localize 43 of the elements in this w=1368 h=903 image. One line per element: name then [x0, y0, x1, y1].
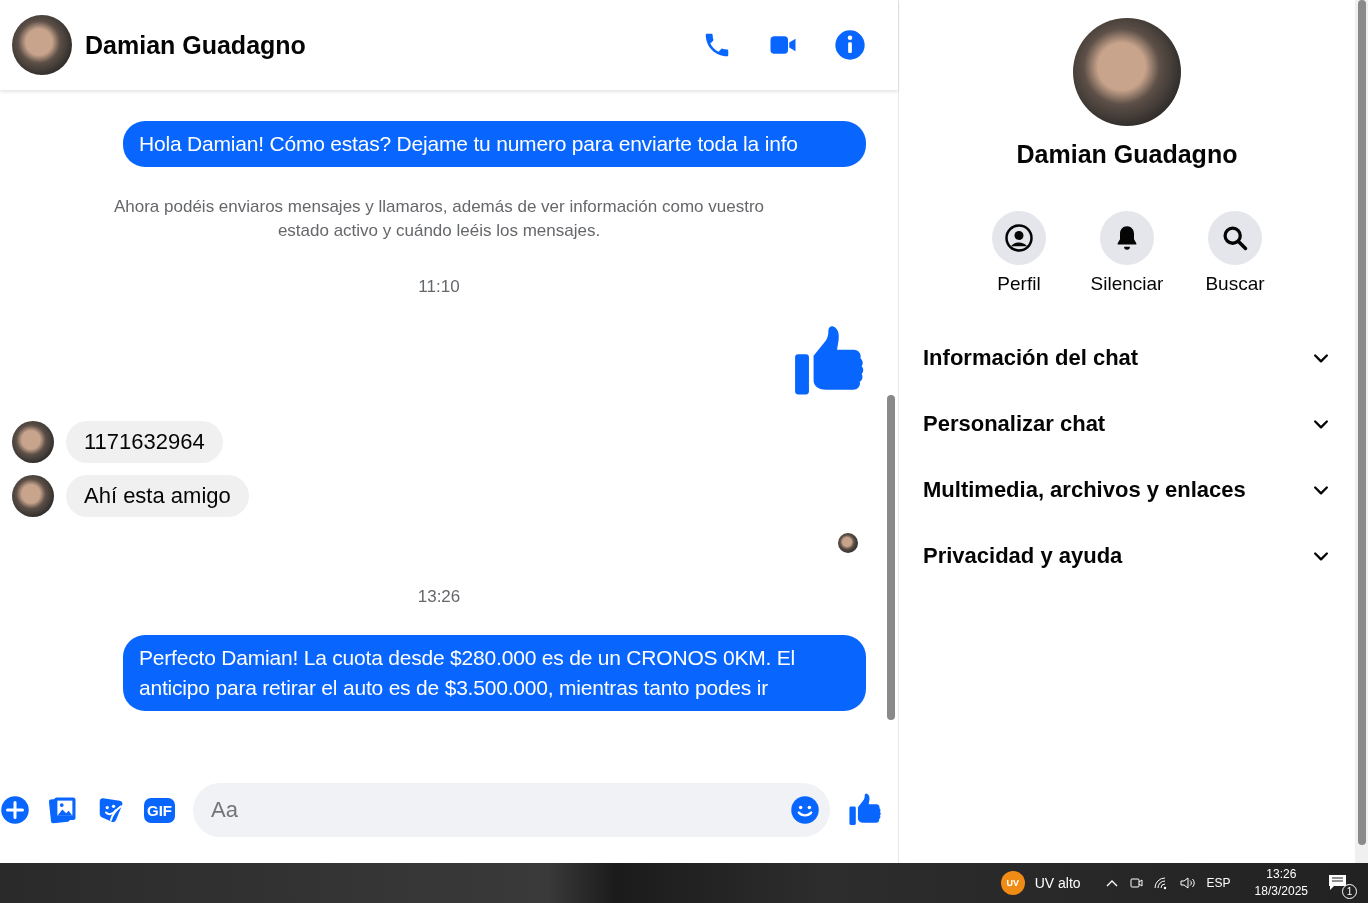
- received-message: Ahí esta amigo: [66, 475, 249, 517]
- sidebar-section[interactable]: Multimedia, archivos y enlaces: [923, 457, 1331, 523]
- profile-icon[interactable]: [1004, 223, 1034, 253]
- notification-count: 1: [1342, 884, 1357, 899]
- section-title: Información del chat: [923, 345, 1139, 371]
- notification-icon[interactable]: [1328, 874, 1348, 892]
- camera-icon[interactable]: [1128, 875, 1143, 891]
- weather-label[interactable]: UV alto: [1034, 875, 1081, 891]
- section-title: Personalizar chat: [923, 411, 1106, 437]
- page-scrollbar[interactable]: [1355, 0, 1368, 863]
- avatar: [12, 421, 54, 463]
- sidebar-section[interactable]: Personalizar chat: [923, 391, 1331, 457]
- seen-avatar: [838, 533, 858, 553]
- info-icon[interactable]: [834, 29, 866, 61]
- speaker-icon[interactable]: [1178, 876, 1197, 890]
- avatar: [12, 15, 72, 75]
- plus-icon[interactable]: [0, 795, 30, 825]
- action-label[interactable]: Silenciar: [1090, 273, 1164, 295]
- language-indicator[interactable]: ESP: [1206, 876, 1231, 890]
- avatar: [12, 475, 54, 517]
- thumbs-up-icon[interactable]: [848, 793, 882, 827]
- chat-notice: Ahora podéis enviaros mensajes y llamaros, además de ver información como vuestro estado activo y cuándo leéis los mensajes.: [112, 196, 766, 242]
- contact-name: Damian Guadagno: [85, 30, 307, 60]
- wifi-icon[interactable]: [1152, 876, 1169, 890]
- sent-message: Perfecto Damian! La cuota desde $280.000 es de un CRONOS 0KM. El anticipo para retirar el auto es de $3.500.000, mientras tanto podes ir: [123, 635, 866, 711]
- clock-time[interactable]: 13:26: [1266, 866, 1297, 883]
- action-label[interactable]: Buscar: [1205, 273, 1265, 295]
- gif-button[interactable]: GIF: [144, 797, 175, 823]
- section-title: Multimedia, archivos y enlaces: [923, 477, 1246, 503]
- image-icon[interactable]: [48, 795, 78, 825]
- timestamp: 11:10: [417, 277, 461, 297]
- profile-name: Damian Guadagno: [1016, 140, 1238, 169]
- sidebar-section[interactable]: Privacidad y ayuda: [923, 523, 1331, 589]
- emoji-icon[interactable]: [790, 795, 820, 825]
- section-title: Privacidad y ayuda: [923, 543, 1123, 569]
- timestamp: 13:26: [416, 587, 462, 607]
- sidebar-section[interactable]: Información del chat: [923, 325, 1331, 391]
- search-icon[interactable]: [1221, 224, 1249, 252]
- received-message: 1171632964: [66, 421, 223, 463]
- clock-date[interactable]: 18/3/2025: [1254, 883, 1308, 900]
- message-input[interactable]: Aa: [193, 783, 830, 837]
- action-label[interactable]: Perfil: [997, 273, 1041, 295]
- sent-message: Hola Damian! Cómo estas? Dejame tu numero para enviarte toda la info: [123, 121, 866, 167]
